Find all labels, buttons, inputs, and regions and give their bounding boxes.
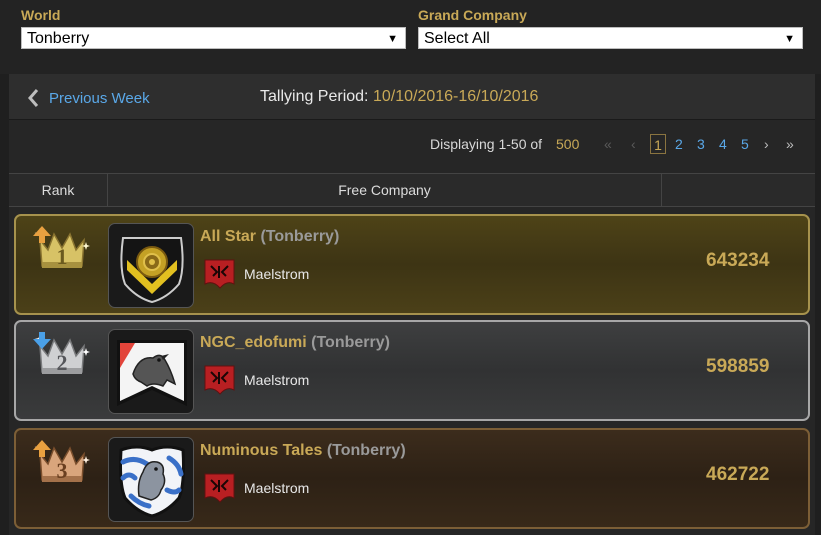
page-3-button[interactable]: 3 — [697, 134, 705, 154]
company-world: (Tonberry) — [311, 334, 390, 351]
maelstrom-emblem-icon — [204, 365, 235, 395]
grand-company-select-value: Select All — [424, 30, 490, 47]
free-company-column-header[interactable]: Free Company — [108, 174, 662, 206]
rank-number: 3 — [57, 458, 68, 483]
trend-up-icon — [33, 226, 51, 243]
ranking-panel: Previous Week Tallying Period: 10/10/201… — [9, 74, 815, 535]
company-credits-value: 462722 — [706, 464, 770, 485]
company-crest — [108, 223, 194, 308]
lion-shield-crest-icon — [119, 445, 185, 518]
rank-number: 1 — [57, 244, 68, 269]
crow-banner-crest-icon — [117, 340, 187, 406]
company-world: (Tonberry) — [260, 228, 340, 245]
rose-chevron-crest-icon — [120, 237, 184, 304]
page-5-button[interactable]: 5 — [741, 134, 749, 154]
company-crest — [108, 437, 194, 522]
total-count: 500 — [556, 136, 580, 152]
table-header: Rank Free Company Company Credits — [9, 173, 815, 266]
rank-cell: 1 — [32, 224, 92, 308]
grand-company-select[interactable]: Select All ▼ — [418, 27, 803, 49]
free-company-name[interactable]: NGC_edofumi (Tonberry) — [200, 334, 390, 352]
world-label: World — [21, 7, 61, 23]
filter-bar: World Tonberry ▼ Grand Company Select Al… — [0, 0, 821, 74]
rank-cell: 3 — [32, 438, 92, 522]
rank-cell: 2 — [32, 330, 92, 414]
first-page-icon[interactable]: « — [604, 134, 612, 154]
company-world: (Tonberry) — [326, 442, 406, 459]
previous-week-link[interactable]: Previous Week — [27, 87, 150, 109]
dropdown-arrow-icon: ▼ — [784, 33, 795, 45]
company-name[interactable]: Numinous Tales — [200, 442, 322, 459]
tallying-period-value: 10/10/2016-16/10/2016 — [372, 88, 539, 105]
company-name[interactable]: NGC_edofumi — [200, 334, 307, 351]
maelstrom-emblem-icon — [204, 259, 235, 289]
dropdown-arrow-icon: ▼ — [387, 33, 398, 45]
rank-column-header[interactable]: Rank — [9, 174, 108, 206]
trend-down-icon — [33, 332, 51, 349]
company-credits-value: 598859 — [706, 356, 770, 377]
displaying-text: Displaying 1-50 of — [430, 136, 543, 152]
previous-page-icon[interactable]: ‹ — [631, 134, 636, 154]
company-name[interactable]: All Star — [200, 228, 256, 245]
maelstrom-emblem-icon — [204, 473, 235, 503]
grand-company-name: Maelstrom — [244, 480, 310, 496]
grand-company-name: Maelstrom — [244, 266, 310, 282]
trend-up-icon — [33, 440, 51, 457]
page-1-button[interactable]: 1 — [650, 134, 666, 154]
previous-week-label: Previous Week — [49, 89, 150, 107]
world-select[interactable]: Tonberry ▼ — [21, 27, 406, 49]
table-row[interactable]: 2 NGC_edofumi (Tonberry) Maelstrom 59885… — [14, 320, 810, 421]
world-select-value: Tonberry — [27, 30, 90, 47]
next-page-icon[interactable]: › — [764, 134, 769, 154]
table-row[interactable]: 1 All Star (Tonberry) Maelstrom 643234 — [14, 214, 810, 315]
last-page-icon[interactable]: » — [786, 134, 794, 154]
pagination: Displaying 1-50 of 500 « ‹ 1 2 3 4 5 › » — [9, 132, 815, 156]
page-4-button[interactable]: 4 — [719, 134, 727, 154]
company-crest — [108, 329, 194, 414]
free-company-name[interactable]: Numinous Tales (Tonberry) — [200, 442, 406, 460]
grand-company-label: Grand Company — [418, 7, 527, 23]
tallying-period-bar: Previous Week Tallying Period: 10/10/201… — [9, 74, 815, 120]
grand-company-name: Maelstrom — [244, 372, 310, 388]
tallying-period: Tallying Period: 10/10/2016-16/10/2016 — [260, 88, 538, 106]
chevron-left-icon — [28, 89, 39, 107]
page-2-button[interactable]: 2 — [675, 134, 683, 154]
free-company-name[interactable]: All Star (Tonberry) — [200, 228, 339, 246]
tallying-period-label: Tallying Period: — [260, 88, 369, 105]
rank-number: 2 — [57, 350, 68, 375]
table-row[interactable]: 3 Numinous Tales (Tonberry) Maelstrom 46… — [14, 428, 810, 529]
company-credits-value: 643234 — [706, 250, 770, 271]
